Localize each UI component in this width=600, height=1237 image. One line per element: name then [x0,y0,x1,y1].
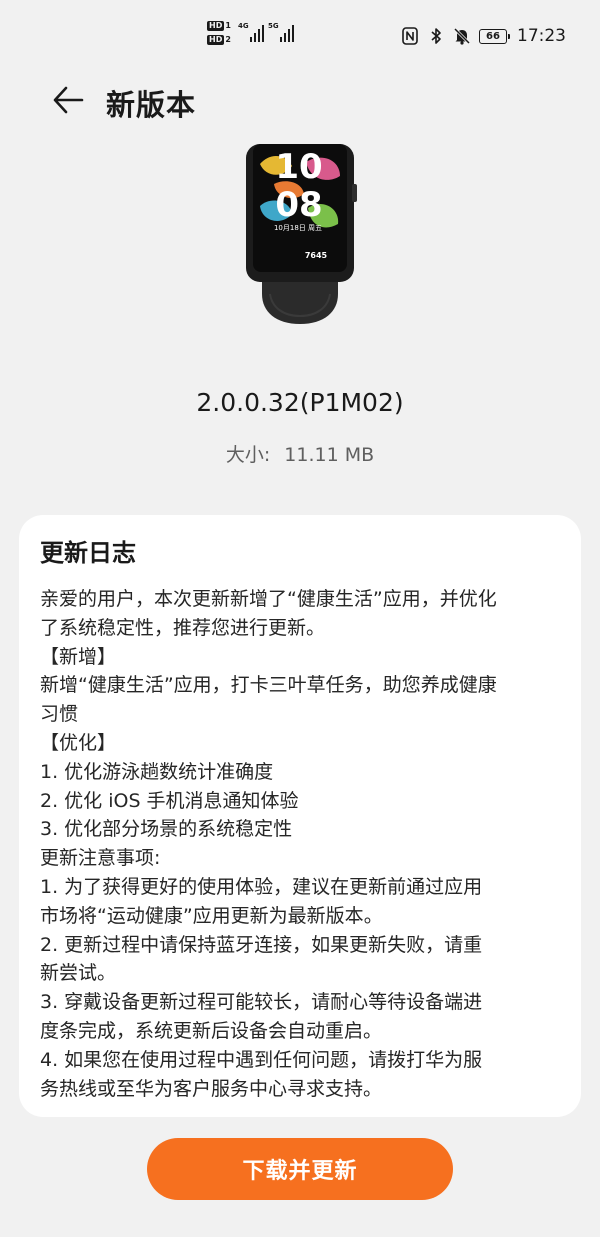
sim2-label: 2 [225,35,231,44]
changelog-line: 3. 穿戴设备更新过程可能较长，请耐心等待设备端进 [40,991,483,1014]
nfc-icon [401,26,419,46]
changelog-card: 更新日志 亲爱的用户，本次更新新增了“健康生活”应用，并优化 了系统稳定性，推荐… [19,515,581,1117]
bluetooth-icon [427,26,445,46]
changelog-line: 新增“健康生活”应用，打卡三叶草任务，助您养成健康 [40,674,497,697]
download-and-update-button[interactable]: 下载并更新 [147,1138,453,1200]
back-button[interactable] [50,82,86,118]
changelog-line: 习惯 [40,703,79,726]
hd-badge-sim1: HD 1 [207,21,231,31]
device-image: 10 08 10月18日 周五 7645 [246,144,357,324]
changelog-title: 更新日志 [40,539,136,567]
changelog-line: 度条完成，系统更新后设备会自动重启。 [40,1019,383,1042]
sim1-label: 1 [225,21,231,30]
watch-date: 10月18日 周五 [274,224,322,232]
changelog-line: 新尝试。 [40,962,117,985]
changelog-line: 1. 为了获得更好的使用体验，建议在更新前通过应用 [40,875,483,898]
sim2-signal: 5G [268,22,294,42]
changelog-line: 2. 优化 iOS 手机消息通知体验 [40,789,299,812]
package-size: 大小: 11.11 MB [0,440,600,467]
version-number: 2.0.0.32(P1M02) [196,388,404,417]
changelog-line: 【新增】 [40,645,117,668]
status-bar: HD 1 HD 2 4G 5G 66 17:23 [0,0,600,70]
changelog-body: 亲爱的用户，本次更新新增了“健康生活”应用，并优化 了系统稳定性，推荐您进行更新… [40,585,563,1103]
changelog-line: 2. 更新过程中请保持蓝牙连接，如果更新失败，请重 [40,933,483,956]
status-time: 17:23 [517,26,566,46]
signal-bars-icon [279,22,294,42]
changelog-line: 了系统稳定性，推荐您进行更新。 [40,616,326,639]
arrow-left-icon [53,86,84,114]
changelog-line: 3. 优化部分场景的系统稳定性 [40,818,293,841]
bell-off-icon [453,26,471,46]
size-value: 11.11 MB [284,444,375,466]
changelog-line: 务热线或至华为客户服务中心寻求支持。 [40,1077,383,1100]
size-label: 大小: [225,444,271,466]
watch-steps: 7645 [305,251,328,260]
page-title: 新版本 [106,88,197,122]
changelog-line: 【优化】 [40,731,117,754]
status-right-icons: 66 17:23 [401,24,566,48]
changelog-line: 更新注意事项: [40,847,161,870]
hd-label: HD [207,35,225,45]
watch-minute: 08 [275,185,322,225]
sim2-network-type: 5G [268,22,279,30]
changelog-line: 4. 如果您在使用过程中遇到任何问题，请拨打华为服 [40,1048,483,1071]
hd-voice-indicators: HD 1 HD 2 [207,21,231,45]
app-header: 新版本 [0,78,600,124]
sim1-signal: 4G [238,22,264,42]
battery-level: 66 [486,30,500,42]
sim1-network-type: 4G [238,22,249,30]
watch-hour: 10 [275,147,322,187]
changelog-line: 市场将“运动健康”应用更新为最新版本。 [40,904,383,927]
signal-bars-icon [249,22,264,42]
hd-badge-sim2: HD 2 [207,35,231,45]
changelog-line: 1. 优化游泳趟数统计准确度 [40,760,274,783]
hd-label: HD [207,21,225,31]
battery-icon: 66 [479,28,510,44]
changelog-line: 亲爱的用户，本次更新新增了“健康生活”应用，并优化 [40,588,497,610]
